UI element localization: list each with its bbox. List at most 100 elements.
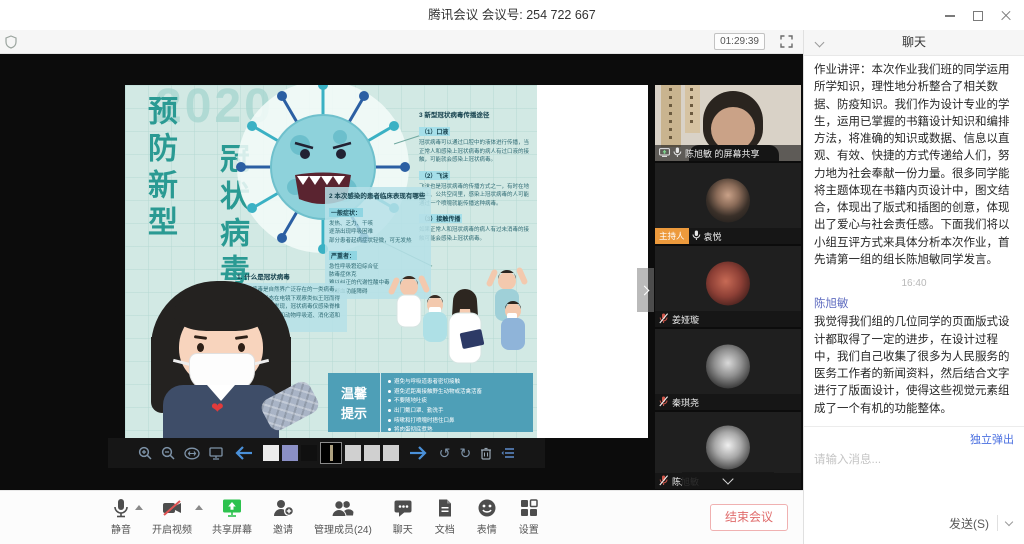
meeting-main-pane: 01:29:39 2020 预防新型 冠状病毒 [0, 30, 803, 490]
docs-button[interactable]: 文档 [434, 497, 456, 536]
window-controls [944, 0, 1012, 30]
section3-body1: 冠状病毒可以通过口腔中的液体进行传播，当正常人和感染上冠状病毒的病人有过口液的接… [419, 139, 533, 165]
fit-to-window-icon[interactable] [184, 447, 200, 460]
invite-button[interactable]: 邀请 [272, 497, 294, 536]
tips-list: 避免与呼吸道患者密切接触 避免近距离接触野生动物或活禽活畜 不要随地吐痰 出门戴… [381, 373, 533, 432]
chevron-down-icon[interactable] [815, 38, 825, 48]
video-options-caret-icon[interactable] [195, 505, 203, 510]
fullscreen-icon[interactable] [780, 35, 793, 53]
send-options-chevron-icon[interactable] [1005, 517, 1013, 525]
thumbnail-4-selected[interactable] [320, 442, 342, 464]
participant-name: 姜娅璇 [672, 313, 699, 326]
chat-panel: 聊天 作业讲评：本次作业我们班的同学运用所学知识，理性地分析整合了相关数据、防疫… [803, 30, 1024, 544]
video-tile-sharer[interactable]: 陈旭敏 的屏幕共享 [655, 85, 801, 161]
chat-label: 聊天 [393, 521, 413, 536]
chat-sender-name: 陈旭敏 [814, 296, 1014, 313]
mic-muted-icon [659, 396, 669, 409]
security-shield-icon[interactable] [5, 35, 17, 54]
mute-button[interactable]: 静音 [110, 497, 132, 536]
participant-name: 陈旭敏 的屏幕共享 [685, 147, 760, 160]
tips-title-line1: 温馨 [328, 384, 380, 404]
section3-body2: 飞沫也是冠状病毒的传播方式之一，有时在地铁上、公共空间里，感染上冠状病毒的人可能… [419, 183, 533, 209]
image-properties-icon[interactable] [501, 447, 515, 459]
start-video-button[interactable]: 开启视频 [152, 497, 192, 536]
section3-body3: 如果正常人和冠状病毒的病人有过未消毒的接触可能会感染上冠状病毒。 [419, 226, 533, 243]
masked-girl-illustration: ❤ [133, 277, 311, 438]
chat-button[interactable]: 聊天 [392, 497, 414, 536]
minimize-icon[interactable] [944, 9, 956, 21]
video-tile[interactable]: 陈旭敏 [655, 412, 801, 489]
section3-sub1: （1）口液 [419, 127, 450, 136]
divider [997, 515, 998, 531]
delete-image-icon[interactable] [480, 446, 492, 460]
host-badge: 主持人 [655, 228, 689, 244]
layout-grid-icon [518, 497, 540, 519]
video-tile[interactable]: 秦琪尧 [655, 329, 801, 410]
zoom-in-icon[interactable] [138, 446, 152, 460]
chat-timestamp: 16:40 [814, 276, 1014, 291]
tip-item: 将肉蛋彻底煮熟 [388, 426, 528, 436]
emoji-button[interactable]: 表情 [476, 497, 498, 536]
share-screen-button[interactable]: 共享屏幕 [212, 497, 252, 536]
collapse-video-panel-button[interactable] [682, 472, 774, 489]
tile-label: 陈旭敏 的屏幕共享 [655, 145, 801, 161]
thumbnail-5[interactable] [345, 445, 361, 461]
mic-on-icon [673, 147, 682, 160]
section3-title: 3 新型冠状病毒传播途径 [419, 109, 533, 119]
section3-sub2: （2）飞沫 [419, 171, 450, 180]
chat-send-row: 发送(S) [804, 502, 1024, 544]
settings-label: 设置 [519, 521, 539, 536]
video-tile-host[interactable]: 主持人 袁悦 [655, 163, 801, 244]
mute-label: 静音 [111, 521, 131, 536]
chat-input[interactable]: 请输入消息... [814, 451, 1014, 467]
zoom-out-icon[interactable] [161, 446, 175, 460]
tips-title-line2: 提示 [328, 404, 380, 424]
next-image-arrow-icon[interactable] [408, 444, 430, 462]
rotate-right-icon[interactable]: ↻ [460, 446, 472, 460]
participant-name: 秦琪尧 [672, 396, 699, 409]
thumbnail-6[interactable] [364, 445, 380, 461]
poster-tips-box: 温馨 提示 避免与呼吸道患者密切接触 避免近距离接触野生动物或活禽活畜 不要随地… [328, 373, 533, 432]
mic-on-icon [692, 230, 701, 243]
chat-bubble-icon [392, 497, 414, 519]
emoji-label: 表情 [477, 521, 497, 536]
rotate-left-icon[interactable]: ↺ [439, 446, 451, 460]
chat-messages: 作业讲评：本次作业我们班的同学运用所学知识，理性地分析整合了相关数据、防疫知识。… [804, 56, 1024, 418]
tile-label: 秦琪尧 [655, 394, 801, 410]
window-titlebar: 腾讯会议 会议号: 254 722 667 [0, 0, 1024, 30]
document-icon [434, 497, 456, 519]
next-page-overlay-button[interactable] [637, 268, 654, 312]
previous-image-arrow-icon[interactable] [232, 444, 254, 462]
poster-title-col1: 预防新型 [137, 95, 181, 243]
chat-message: 我觉得我们组的几位同学的页面版式设计都取得了一定的进步，在设计过程中，我们自己收… [814, 314, 1014, 418]
video-tile[interactable]: 姜娅璇 [655, 246, 801, 327]
mic-muted-icon [659, 313, 669, 326]
settings-button[interactable]: 设置 [518, 497, 540, 536]
mic-options-caret-icon[interactable] [135, 505, 143, 510]
manage-members-button[interactable]: 管理成员(24) [314, 497, 372, 536]
manage-members-label: 管理成员(24) [314, 521, 372, 536]
close-icon[interactable] [1000, 9, 1012, 21]
thumbnail-1[interactable] [263, 445, 279, 461]
tip-item: 不要随地吐痰 [388, 397, 528, 407]
send-button[interactable]: 发送(S) [949, 515, 989, 532]
chat-message: 作业讲评：本次作业我们班的同学运用所学知识，理性地分析整合了相关数据、防疫知识。… [814, 62, 1014, 269]
maximize-icon[interactable] [972, 9, 984, 21]
tile-label: 主持人 袁悦 [655, 228, 801, 244]
screen-share-stage: 2020 预防新型 冠状病毒 [0, 54, 803, 490]
thumbnail-3[interactable] [301, 445, 317, 461]
slideshow-icon[interactable] [209, 446, 223, 460]
end-meeting-button[interactable]: 结束会议 [710, 504, 788, 531]
popout-chat-link[interactable]: 独立弹出 [814, 431, 1014, 447]
microphone-icon [110, 497, 132, 519]
tip-item: 出门戴口罩、勤洗手 [388, 407, 528, 417]
avatar [706, 344, 750, 388]
tile-label: 姜娅璇 [655, 311, 801, 327]
meeting-toolbar: 静音 开启视频 共享屏幕 邀请 管理成员(24) 聊 [0, 490, 803, 544]
symptom-line: 逐渐出现呼吸困难 [329, 228, 427, 236]
thumbnail-2[interactable] [282, 445, 298, 461]
thumbnail-7[interactable] [383, 445, 399, 461]
meeting-timer: 01:29:39 [714, 33, 765, 50]
poster-section-transmission: 3 新型冠状病毒传播途径 （1）口液 冠状病毒可以通过口腔中的液体进行传播，当正… [419, 109, 533, 243]
filmstrip-thumbnails [263, 442, 399, 464]
